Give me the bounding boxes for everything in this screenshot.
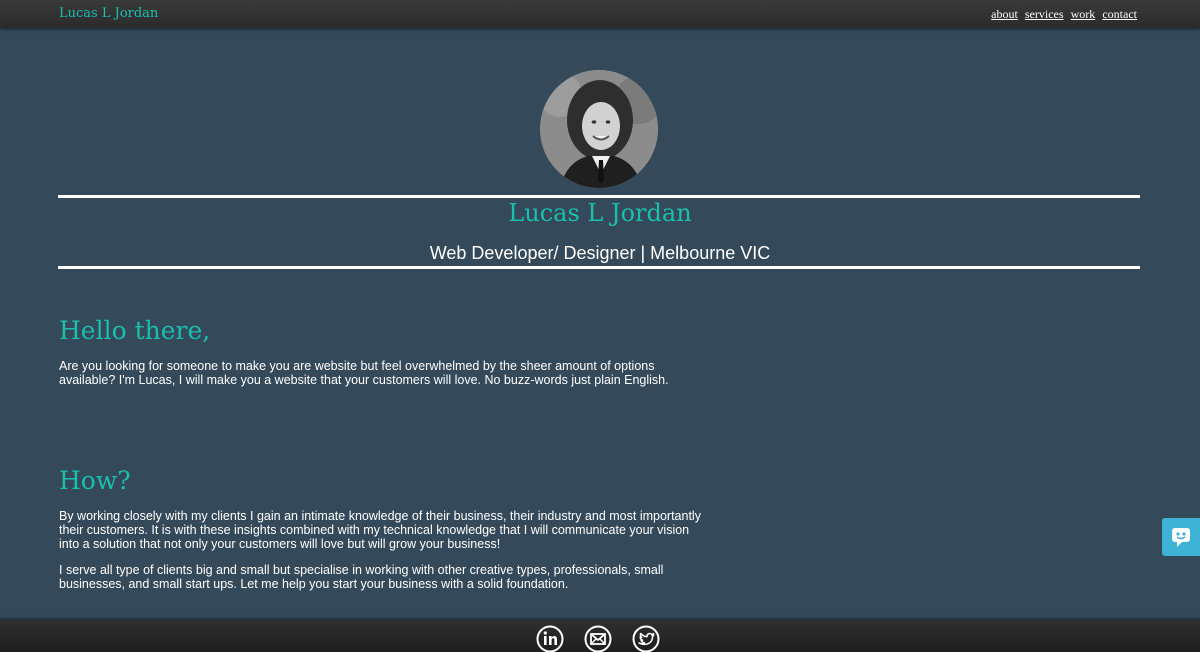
avatar xyxy=(540,70,658,188)
page: Lucas L Jordan about services work conta… xyxy=(0,0,1200,652)
linkedin-icon[interactable] xyxy=(536,625,564,652)
how-paragraph-1: By working closely with my clients I gai… xyxy=(59,509,701,551)
hero-subtitle: Web Developer/ Designer | Melbourne VIC xyxy=(429,243,771,263)
top-navbar: Lucas L Jordan about services work conta… xyxy=(0,0,1200,28)
divider-bottom xyxy=(58,266,1140,269)
nav-services[interactable]: services xyxy=(1025,7,1064,21)
twitter-icon[interactable] xyxy=(632,625,660,652)
how-heading: How? xyxy=(59,466,131,495)
chat-icon xyxy=(1172,528,1190,547)
mail-icon[interactable] xyxy=(584,625,612,652)
brand-link[interactable]: Lucas L Jordan xyxy=(59,6,158,21)
hello-paragraph: Are you looking for someone to make you … xyxy=(59,359,669,387)
hello-heading: Hello there, xyxy=(59,316,211,345)
divider-top xyxy=(58,195,1140,198)
footer xyxy=(0,620,1200,652)
nav-contact[interactable]: contact xyxy=(1102,7,1137,21)
nav-about[interactable]: about xyxy=(991,7,1018,21)
portrait-image xyxy=(540,70,658,188)
chat-widget-button[interactable] xyxy=(1162,518,1200,556)
nav-work[interactable]: work xyxy=(1071,7,1096,21)
nav-links: about services work contact xyxy=(987,7,1137,22)
how-paragraph-2: I serve all type of clients big and smal… xyxy=(59,563,664,591)
hero-name: Lucas L Jordan xyxy=(508,199,692,227)
